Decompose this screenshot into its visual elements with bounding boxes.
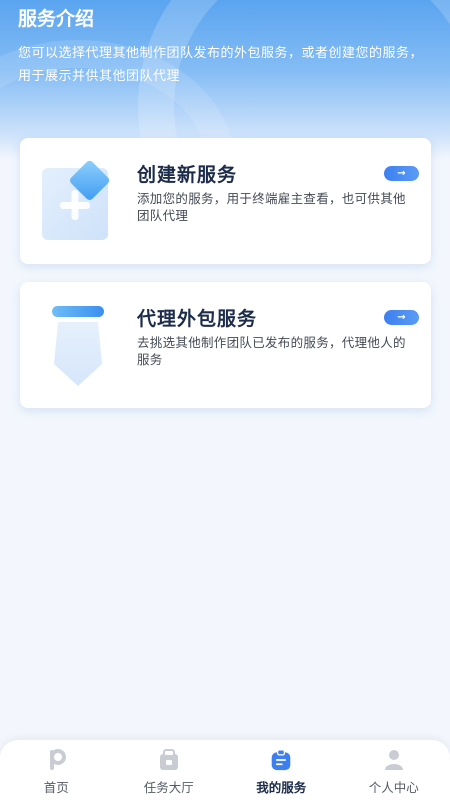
card-description: 去挑选其他制作团队已发布的服务，代理他人的服务 — [137, 335, 406, 367]
arrow-right-icon[interactable]: → — [384, 166, 419, 181]
my-service-icon — [270, 748, 292, 772]
profile-icon — [383, 748, 405, 772]
agent-service-icon — [52, 306, 104, 386]
tab-profile[interactable]: 个人中心 — [338, 740, 450, 800]
tab-task-hall[interactable]: 任务大厅 — [113, 740, 226, 800]
agent-service-card[interactable]: 代理外包服务 去挑选其他制作团队已发布的服务，代理他人的服务 → — [20, 282, 431, 408]
create-service-icon — [42, 160, 110, 240]
header-banner: 服务介绍 您可以选择代理其他制作团队发布的外包服务，或者创建您的服务，用于展示并… — [0, 0, 450, 160]
tab-label: 首页 — [43, 780, 69, 795]
page-description: 您可以选择代理其他制作团队发布的外包服务，或者创建您的服务，用于展示并供其他团队… — [18, 46, 424, 84]
create-service-card[interactable]: 创建新服务 添加您的服务，用于终端雇主查看，也可供其他团队代理 → — [20, 138, 431, 264]
home-icon — [45, 748, 67, 772]
tab-label: 任务大厅 — [143, 780, 194, 795]
arrow-right-icon[interactable]: → — [384, 310, 419, 325]
card-description: 添加您的服务，用于终端雇主查看，也可供其他团队代理 — [137, 191, 406, 223]
page-title: 服务介绍 — [18, 8, 95, 30]
card-title: 代理外包服务 — [137, 308, 258, 330]
task-hall-icon — [158, 748, 180, 772]
bottom-tab-bar: 首页 任务大厅 我的服务 个人中心 — [0, 740, 450, 800]
tab-home[interactable]: 首页 — [0, 740, 113, 800]
tab-label: 个人中心 — [368, 780, 419, 795]
tab-my-service[interactable]: 我的服务 — [225, 740, 338, 800]
card-title: 创建新服务 — [137, 164, 238, 186]
tab-label: 我的服务 — [256, 780, 307, 795]
